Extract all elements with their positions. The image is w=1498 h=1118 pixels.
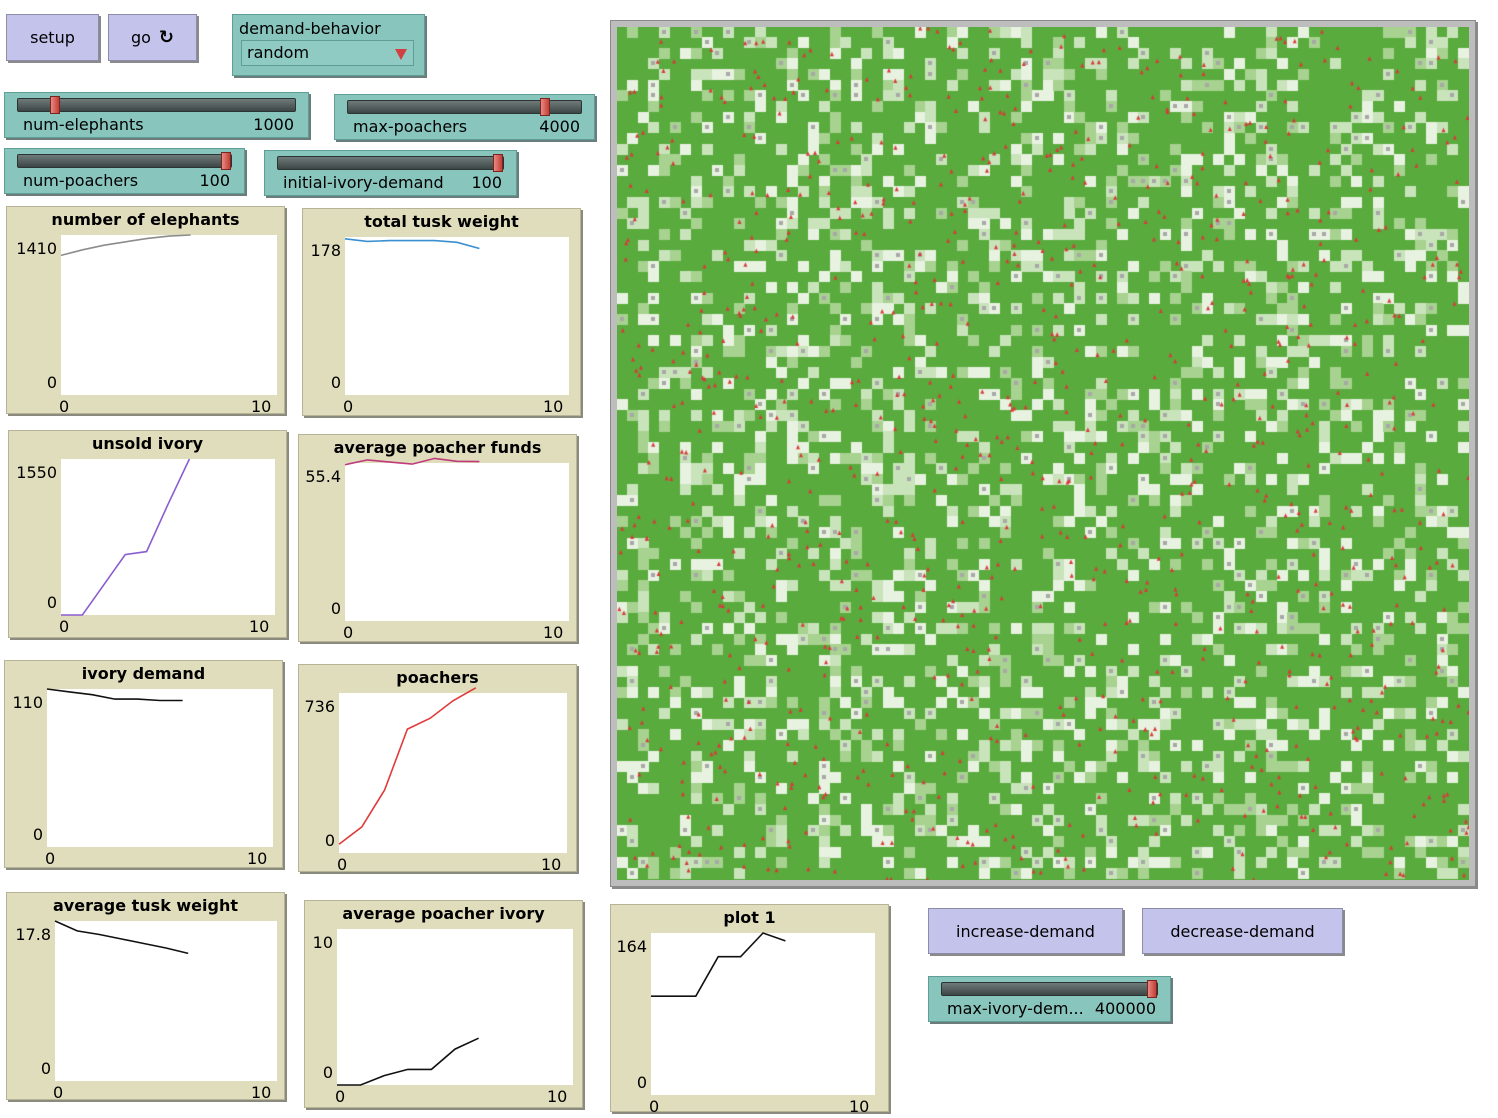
dropdown-arrow-icon xyxy=(395,49,407,60)
plot-total-tusk-weight: total tusk weight 178 0 0 10 xyxy=(302,208,581,416)
chooser-label: demand-behavior xyxy=(239,19,381,38)
slider-label: initial-ivory-demand xyxy=(283,173,444,192)
plot-poachers: poachers 736 0 0 10 xyxy=(298,664,577,874)
slider-knob[interactable] xyxy=(221,152,231,170)
slider-value: 4000 xyxy=(539,117,580,136)
slider-knob[interactable] xyxy=(539,98,550,116)
decrease-demand-button[interactable]: decrease-demand xyxy=(1142,908,1343,954)
slider-value: 1000 xyxy=(253,115,294,134)
go-label: go xyxy=(130,28,151,47)
plot-svg xyxy=(344,457,480,466)
increase-demand-button[interactable]: increase-demand xyxy=(928,908,1123,954)
decrease-demand-label: decrease-demand xyxy=(1170,921,1315,941)
series-line xyxy=(337,1037,479,1086)
go-button[interactable]: go ↻ xyxy=(108,14,197,61)
slider-value: 100 xyxy=(199,171,230,190)
series-line xyxy=(61,458,191,616)
plot-number-of-elephants: number of elephants 1410 0 0 10 xyxy=(6,206,285,416)
plot-average-poacher-ivory: average poacher ivory 10 0 0 10 xyxy=(304,900,583,1108)
slider-label: num-elephants xyxy=(23,115,144,134)
world-view[interactable] xyxy=(610,20,1476,887)
plot-svg xyxy=(61,458,191,616)
slider-track[interactable] xyxy=(17,152,232,170)
world-canvas[interactable] xyxy=(617,27,1469,880)
plot-svg xyxy=(46,688,183,702)
slider-knob[interactable] xyxy=(50,96,61,114)
plot-svg xyxy=(337,1037,479,1086)
slider-knob[interactable] xyxy=(1147,980,1157,998)
plot-ivory-demand: ivory demand 110 0 0 10 xyxy=(4,660,283,868)
plot-svg xyxy=(54,920,189,955)
plot-1: plot 1 164 0 0 10 xyxy=(610,904,889,1116)
chooser-value: random xyxy=(247,43,310,62)
forever-icon: ↻ xyxy=(158,27,175,48)
plot-svg xyxy=(338,687,477,845)
plot-svg xyxy=(344,238,480,250)
slider-max-poachers[interactable]: max-poachers 4000 xyxy=(334,94,595,140)
series-line xyxy=(651,932,786,997)
plot-unsold-ivory: unsold ivory 1550 0 0 10 xyxy=(8,430,287,638)
slider-track[interactable] xyxy=(347,98,582,116)
slider-track[interactable] xyxy=(17,96,296,114)
setup-button[interactable]: setup xyxy=(6,14,99,61)
slider-track[interactable] xyxy=(941,980,1158,998)
slider-label: max-poachers xyxy=(353,117,468,136)
slider-value: 400000 xyxy=(1094,999,1156,1018)
slider-initial-ivory-demand[interactable]: initial-ivory-demand 100 xyxy=(264,150,517,196)
series-line xyxy=(344,457,480,466)
series-line xyxy=(54,920,189,955)
slider-track[interactable] xyxy=(277,154,504,172)
setup-label: setup xyxy=(30,28,75,47)
plot-average-tusk-weight: average tusk weight 17.8 0 0 10 xyxy=(6,892,285,1102)
slider-label: num-poachers xyxy=(23,171,139,190)
slider-label: max-ivory-dem... xyxy=(947,999,1084,1018)
slider-num-poachers[interactable]: num-poachers 100 xyxy=(4,148,245,194)
slider-num-elephants[interactable]: num-elephants 1000 xyxy=(4,92,309,138)
plot-average-poacher-funds: average poacher funds 55.4 0 0 10 xyxy=(298,434,577,642)
increase-demand-label: increase-demand xyxy=(956,921,1095,941)
slider-value: 100 xyxy=(471,173,502,192)
slider-knob[interactable] xyxy=(493,154,503,172)
chooser-select[interactable]: random xyxy=(241,40,414,66)
series-line xyxy=(344,238,480,250)
series-line xyxy=(338,687,477,845)
series-line xyxy=(46,688,183,702)
slider-max-ivory-demand[interactable]: max-ivory-dem... 400000 xyxy=(928,976,1171,1022)
plot-svg xyxy=(651,932,786,997)
plot-svg xyxy=(60,234,191,257)
demand-behavior-chooser[interactable]: demand-behavior random xyxy=(232,14,425,76)
series-line xyxy=(60,234,191,257)
